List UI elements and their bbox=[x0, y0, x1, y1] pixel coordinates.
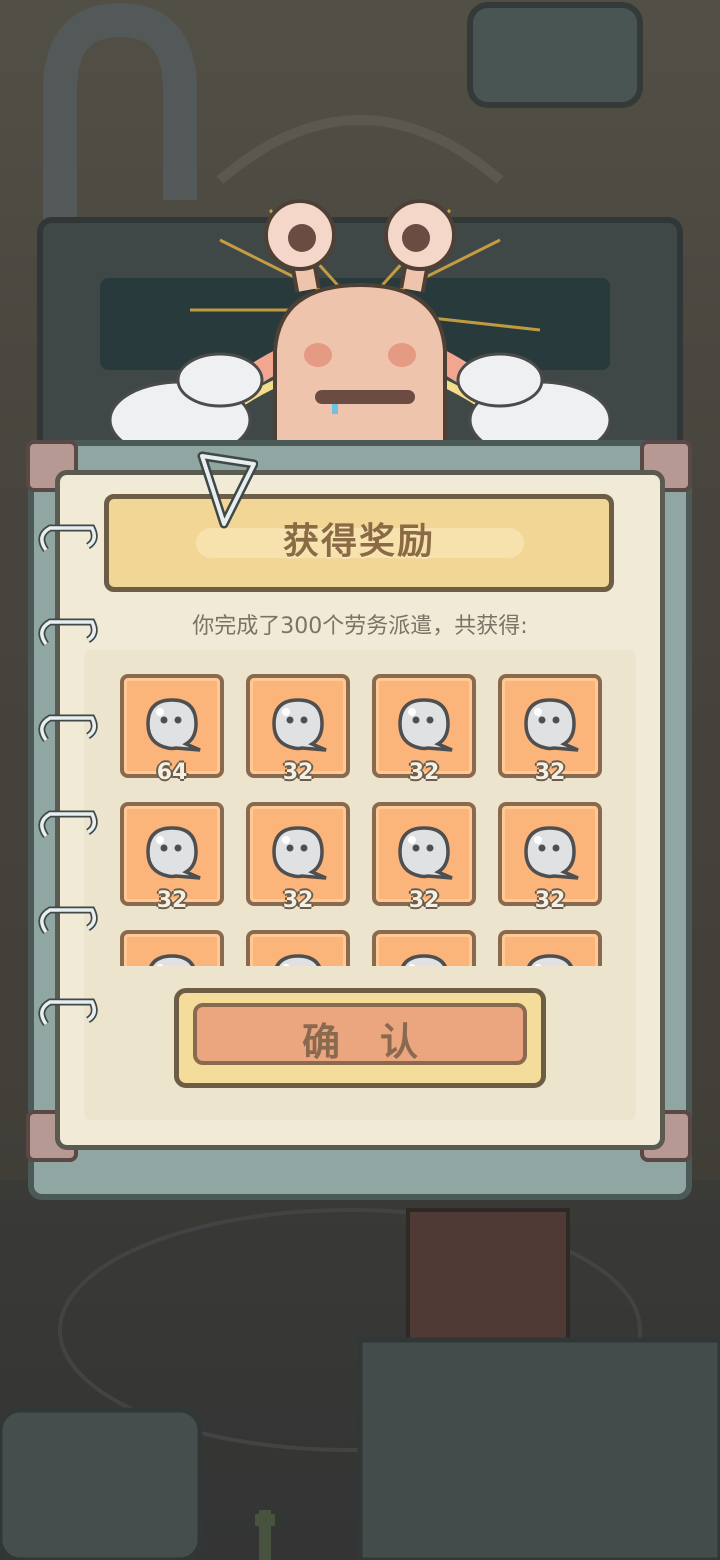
reward-item-count: 32 bbox=[408, 888, 440, 913]
reward-item[interactable]: 32 bbox=[372, 674, 476, 785]
reward-item[interactable]: 32 bbox=[246, 674, 350, 785]
reward-item[interactable]: 32 bbox=[498, 802, 602, 913]
confirm-button-label: 确认 bbox=[301, 1020, 458, 1064]
binder-ring-icon bbox=[38, 998, 98, 1027]
reward-grid-scroll[interactable]: 64 32 32 32 32 32 32 32 bbox=[112, 668, 612, 966]
ghost-icon bbox=[275, 954, 321, 966]
dialog-title: 获得奖励 bbox=[282, 521, 435, 562]
ghost-icon bbox=[272, 698, 327, 752]
ghost-icon bbox=[524, 698, 579, 752]
reward-item[interactable] bbox=[372, 930, 476, 966]
reward-item-count: 64 bbox=[156, 760, 188, 785]
reward-item[interactable]: 32 bbox=[498, 674, 602, 785]
reward-item[interactable]: 32 bbox=[120, 802, 224, 913]
binder-ring-icon bbox=[38, 810, 98, 839]
ghost-icon bbox=[272, 826, 327, 880]
reward-item[interactable] bbox=[246, 930, 350, 966]
binder-ring-icon bbox=[38, 714, 98, 743]
triangle-clip-icon bbox=[197, 451, 258, 529]
ghost-icon bbox=[146, 698, 201, 752]
ghost-icon bbox=[398, 698, 453, 752]
ghost-icon bbox=[524, 826, 579, 880]
reward-summary-text: 你完成了300个劳务派遣，共获得: bbox=[192, 614, 528, 639]
ghost-icon bbox=[149, 954, 195, 966]
reward-item[interactable] bbox=[120, 930, 224, 966]
reward-grid: 64 32 32 32 32 32 32 32 bbox=[112, 668, 612, 966]
reward-item-count: 32 bbox=[408, 760, 440, 785]
ghost-icon bbox=[146, 826, 201, 880]
reward-item[interactable]: 64 bbox=[120, 674, 224, 785]
reward-item-count: 32 bbox=[156, 888, 188, 913]
reward-item-count: 32 bbox=[534, 760, 566, 785]
reward-item-count: 32 bbox=[282, 760, 314, 785]
reward-item[interactable] bbox=[498, 930, 602, 966]
reward-item-count: 32 bbox=[282, 888, 314, 913]
snail-mascot bbox=[110, 199, 610, 460]
reward-item[interactable]: 32 bbox=[372, 802, 476, 913]
reward-item-count: 32 bbox=[534, 888, 566, 913]
confirm-button[interactable]: 确认 bbox=[174, 988, 546, 1088]
binder-ring-icon bbox=[38, 906, 98, 935]
ghost-icon bbox=[527, 954, 573, 966]
ghost-icon bbox=[401, 954, 447, 966]
confirm-button-face[interactable]: 确认 bbox=[193, 1003, 527, 1065]
binder-ring-icon bbox=[38, 524, 98, 553]
ghost-icon bbox=[398, 826, 453, 880]
reward-item[interactable]: 32 bbox=[246, 802, 350, 913]
